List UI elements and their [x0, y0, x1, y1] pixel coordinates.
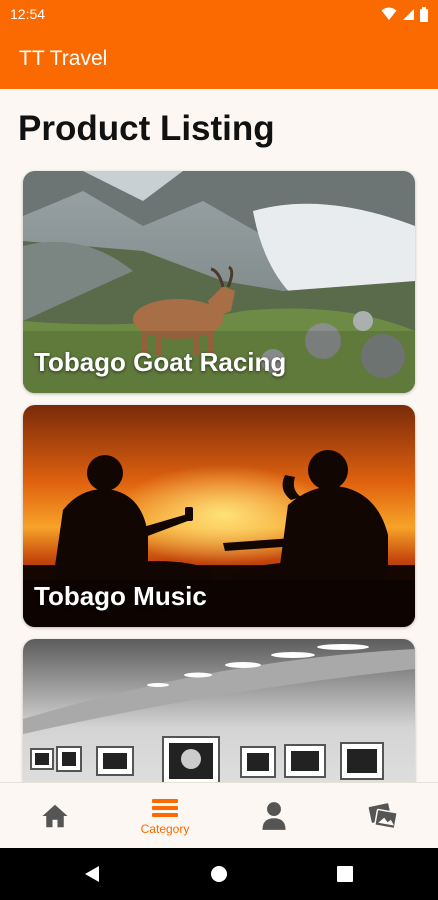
status-icons	[381, 6, 428, 22]
back-button[interactable]	[80, 862, 104, 886]
home-icon	[42, 804, 68, 828]
page-title: Product Listing	[18, 109, 275, 148]
nav-category[interactable]: Category	[110, 783, 220, 849]
nav-photos[interactable]	[328, 783, 438, 849]
back-triangle-icon	[85, 866, 99, 882]
product-listing-content[interactable]: Product Listing Tobago Goat Racing Tobag…	[0, 89, 438, 782]
nav-home[interactable]	[0, 783, 110, 849]
bottom-navigation: Category	[0, 782, 438, 848]
recents-button[interactable]	[333, 862, 357, 886]
home-button[interactable]	[207, 862, 231, 886]
signal-icon	[403, 8, 414, 20]
art-gallery-photo	[23, 639, 415, 782]
wifi-icon	[381, 7, 397, 20]
status-bar: 12:54	[0, 0, 438, 30]
home-circle-icon	[211, 866, 227, 882]
photos-icon	[368, 803, 398, 830]
nav-category-label: Category	[140, 821, 190, 836]
battery-icon	[420, 6, 428, 22]
category-icon	[152, 798, 178, 817]
system-navigation-bar	[0, 848, 438, 900]
app-title: TT Travel	[19, 47, 108, 70]
recents-square-icon	[337, 866, 353, 882]
app-screen: 12:54 TT Travel Product Listing Tobago G…	[0, 0, 438, 900]
product-card-music[interactable]: Tobago Music	[23, 405, 415, 627]
product-card-goat-racing[interactable]: Tobago Goat Racing	[23, 171, 415, 393]
person-icon	[262, 802, 286, 830]
product-card-gallery[interactable]	[23, 639, 415, 782]
app-bar: TT Travel	[0, 30, 438, 89]
status-time: 12:54	[10, 6, 46, 22]
nav-profile[interactable]	[219, 783, 329, 849]
card-title: Tobago Music	[34, 581, 207, 611]
card-title: Tobago Goat Racing	[34, 347, 287, 377]
